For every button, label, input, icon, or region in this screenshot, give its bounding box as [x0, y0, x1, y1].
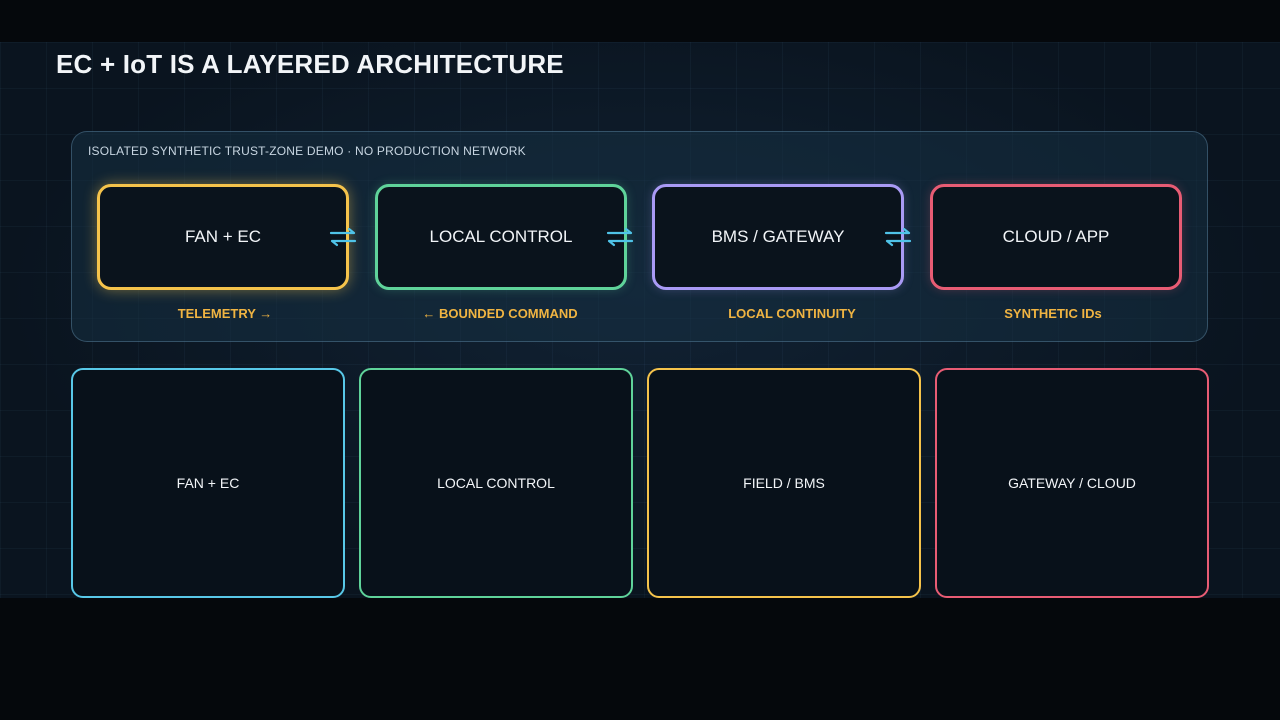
caption-bounded-command: ← BOUNDED COMMAND	[422, 306, 578, 321]
slide-title: EC + IoT IS A LAYERED ARCHITECTURE	[56, 49, 564, 79]
layer-card-label: GATEWAY / CLOUD	[1008, 475, 1136, 491]
node-label: BMS / GATEWAY	[711, 227, 845, 246]
node-bms-gateway: BMS / GATEWAY	[652, 184, 904, 290]
top-letterbox	[0, 0, 1280, 42]
layer-card-label: FAN + EC	[176, 475, 240, 491]
bidirectional-arrows-icon	[329, 227, 357, 247]
bottom-letterbox	[0, 598, 1280, 720]
caption-synthetic-ids: SYNTHETIC IDs	[1004, 306, 1102, 321]
node-fan-ec: FAN + EC	[97, 184, 349, 290]
bidirectional-arrows-icon	[884, 227, 912, 247]
node-label: LOCAL CONTROL	[429, 227, 573, 246]
caption-telemetry: TELEMETRY →	[177, 306, 273, 321]
layer-card-local-control: LOCAL CONTROL	[359, 368, 633, 598]
node-cloud-app: CLOUD / APP	[930, 184, 1182, 290]
node-label: FAN + EC	[184, 227, 262, 246]
trust-zone-label: ISOLATED SYNTHETIC TRUST-ZONE DEMO · NO …	[88, 144, 526, 158]
layer-card-label: FIELD / BMS	[743, 475, 825, 491]
layer-card-label: LOCAL CONTROL	[437, 475, 555, 491]
layer-card-gateway-cloud: GATEWAY / CLOUD	[935, 368, 1209, 598]
layer-card-fan-ec: FAN + EC	[71, 368, 345, 598]
bidirectional-arrows-icon	[606, 227, 634, 247]
caption-local-continuity: LOCAL CONTINUITY	[728, 306, 856, 321]
node-label: CLOUD / APP	[1002, 227, 1110, 246]
layer-card-field-bms: FIELD / BMS	[647, 368, 921, 598]
node-local-control: LOCAL CONTROL	[375, 184, 627, 290]
